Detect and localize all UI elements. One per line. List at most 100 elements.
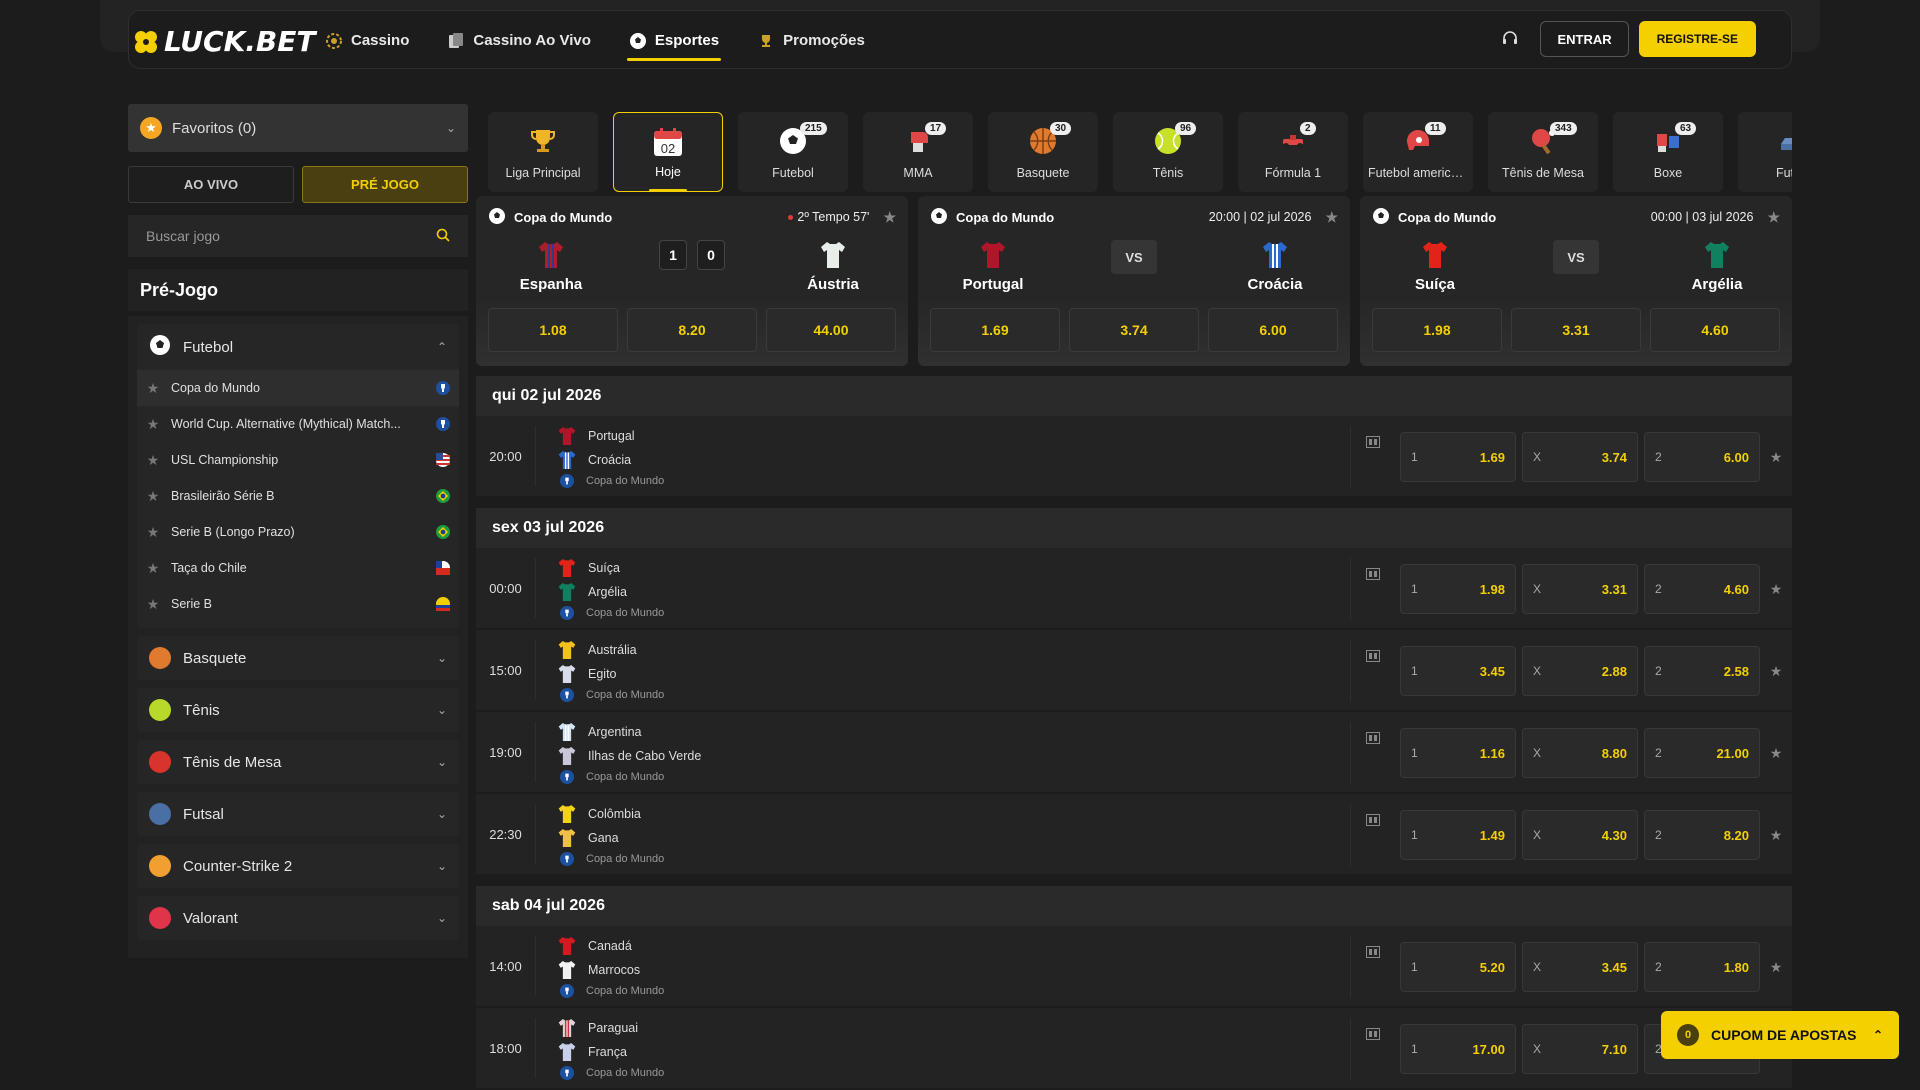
odd-button[interactable]: 1 5.20	[1400, 942, 1516, 992]
statistics-icon[interactable]	[1350, 558, 1394, 620]
match-row[interactable]: 22:30 Colômbia Gana Copa do Mundo 1 1.49 X 4.30…	[476, 794, 1792, 876]
headset-support-icon[interactable]	[1498, 27, 1522, 51]
login-button[interactable]: ENTRAR	[1540, 21, 1629, 57]
odd-button[interactable]: X 3.45	[1522, 942, 1638, 992]
star-icon[interactable]: ★	[1760, 745, 1792, 762]
match-row[interactable]: 20:00 Portugal Croácia Copa do Mundo 1 1.69 X 3…	[476, 416, 1792, 498]
sport-item[interactable]: Valorant ⌄	[137, 896, 459, 940]
register-button[interactable]: REGISTRE-SE	[1638, 21, 1756, 57]
nav-promocoes[interactable]: Promoções	[757, 11, 865, 70]
odd-button[interactable]: 1.69	[930, 308, 1060, 352]
odd-button[interactable]: X 7.10	[1522, 1024, 1638, 1074]
tab-pre-jogo[interactable]: PRÉ JOGO	[302, 166, 468, 203]
odd-button[interactable]: 1 1.98	[1400, 564, 1516, 614]
odd-button[interactable]: X 2.88	[1522, 646, 1638, 696]
odd-button[interactable]: 1.08	[488, 308, 618, 352]
category-tennis-ball[interactable]: 96 Tênis	[1113, 112, 1223, 192]
odd-button[interactable]: 3.31	[1511, 308, 1641, 352]
match-row[interactable]: 19:00 Argentina Ilhas de Cabo Verde Copa do…	[476, 712, 1792, 794]
statistics-icon[interactable]	[1350, 936, 1394, 998]
star-icon[interactable]: ★	[1325, 209, 1338, 226]
league-item[interactable]: ★ Copa do Mundo	[137, 370, 459, 406]
star-icon[interactable]: ★	[145, 524, 161, 541]
odd-button[interactable]: 1 1.69	[1400, 432, 1516, 482]
league-item[interactable]: ★ USL Championship	[137, 442, 459, 478]
star-icon[interactable]: ★	[1767, 209, 1780, 226]
sport-item[interactable]: Tênis de Mesa ⌄	[137, 740, 459, 784]
odd-button[interactable]: 1.98	[1372, 308, 1502, 352]
category-boxing-glove[interactable]: 17 MMA	[863, 112, 973, 192]
statistics-icon[interactable]	[1350, 804, 1394, 866]
odd-button[interactable]: X 3.74	[1522, 432, 1638, 482]
star-icon[interactable]: ★	[145, 452, 161, 469]
featured-match-card[interactable]: Copa do Mundo 20:00 | 02 jul 2026 ★ Portuga…	[918, 196, 1350, 366]
odd-button[interactable]: 3.74	[1069, 308, 1199, 352]
category-basketball[interactable]: 30 Basquete	[988, 112, 1098, 192]
match-row[interactable]: 00:00 Suíça Argélia Copa do Mundo 1 1.98 X 3.31…	[476, 548, 1792, 630]
statistics-icon[interactable]	[1350, 722, 1394, 784]
odd-button[interactable]: 1 1.49	[1400, 810, 1516, 860]
category-trophy[interactable]: Liga Principal	[488, 112, 598, 192]
odd-button[interactable]: 44.00	[766, 308, 896, 352]
league-item[interactable]: ★ Serie B	[137, 586, 459, 622]
odd-button[interactable]: 2 6.00	[1644, 432, 1760, 482]
star-icon[interactable]: ★	[145, 560, 161, 577]
odd-button[interactable]: 1 17.00	[1400, 1024, 1516, 1074]
odd-button[interactable]: 2 2.58	[1644, 646, 1760, 696]
nav-esportes[interactable]: Esportes	[626, 11, 722, 70]
featured-match-card[interactable]: Copa do Mundo 00:00 | 03 jul 2026 ★ Suíça VS…	[1360, 196, 1792, 366]
star-icon[interactable]: ★	[883, 209, 896, 226]
match-row[interactable]: 18:00 Paraguai França Copa do Mundo 1 17.00 X 7…	[476, 1008, 1792, 1090]
statistics-icon[interactable]	[1350, 426, 1394, 488]
star-icon[interactable]: ★	[145, 416, 161, 433]
odd-button[interactable]: 1 1.16	[1400, 728, 1516, 778]
statistics-icon[interactable]	[1350, 1018, 1394, 1080]
category-calendar[interactable]: 02 Hoje	[613, 112, 723, 192]
odd-button[interactable]: 2 8.20	[1644, 810, 1760, 860]
bet-coupon-button[interactable]: 0 CUPOM DE APOSTAS ⌃	[1661, 1011, 1899, 1059]
odd-button[interactable]: 1 3.45	[1400, 646, 1516, 696]
star-icon[interactable]: ★	[1760, 663, 1792, 680]
sport-item[interactable]: Futsal ⌄	[137, 792, 459, 836]
category-american-football-helmet[interactable]: 11 Futebol americano	[1363, 112, 1473, 192]
odd-button[interactable]: X 8.80	[1522, 728, 1638, 778]
category-futsal-shoe[interactable]: Futsal	[1738, 112, 1792, 192]
match-row[interactable]: 14:00 Canadá Marrocos Copa do Mundo 1 5.20 X 3.…	[476, 926, 1792, 1008]
search-game-input[interactable]: Buscar jogo	[128, 215, 468, 257]
odd-button[interactable]: 8.20	[627, 308, 757, 352]
odd-button[interactable]: 2 21.00	[1644, 728, 1760, 778]
sport-item[interactable]: Counter-Strike 2 ⌄	[137, 844, 459, 888]
league-item[interactable]: ★ Taça do Chile	[137, 550, 459, 586]
category-boxing-gloves[interactable]: 63 Boxe	[1613, 112, 1723, 192]
odd-button[interactable]: X 4.30	[1522, 810, 1638, 860]
statistics-icon[interactable]	[1350, 640, 1394, 702]
category-soccer-ball[interactable]: 215 Futebol	[738, 112, 848, 192]
star-icon[interactable]: ★	[1760, 581, 1792, 598]
league-item[interactable]: ★ World Cup. Alternative (Mythical) Match…	[137, 406, 459, 442]
nav-cassino[interactable]: Cassino	[325, 11, 409, 70]
match-row[interactable]: 15:00 Austrália Egito Copa do Mundo 1 3.45 X 2.…	[476, 630, 1792, 712]
luckbet-logo[interactable]: LUCK.BET	[131, 25, 316, 58]
sport-item[interactable]: Basquete ⌄	[137, 636, 459, 680]
star-icon[interactable]: ★	[145, 596, 161, 613]
featured-match-card[interactable]: Copa do Mundo 2º Tempo 57' ★ Espanha 1 0 Áustr…	[476, 196, 908, 366]
league-item[interactable]: ★ Serie B (Longo Prazo)	[137, 514, 459, 550]
star-icon[interactable]: ★	[145, 488, 161, 505]
odd-button[interactable]: 6.00	[1208, 308, 1338, 352]
category-f1-car[interactable]: 2 Fórmula 1	[1238, 112, 1348, 192]
star-icon[interactable]: ★	[1760, 959, 1792, 976]
nav-cassino-ao-vivo[interactable]: Cassino Ao Vivo	[447, 11, 591, 70]
star-icon[interactable]: ★	[1760, 449, 1792, 466]
search-icon[interactable]	[436, 228, 450, 245]
category-ping-pong[interactable]: 343 Tênis de Mesa	[1488, 112, 1598, 192]
odd-button[interactable]: 2 4.60	[1644, 564, 1760, 614]
star-icon[interactable]: ★	[145, 380, 161, 397]
star-icon[interactable]: ★	[1760, 827, 1792, 844]
tab-ao-vivo[interactable]: AO VIVO	[128, 166, 294, 203]
league-item[interactable]: ★ Brasileirão Série B	[137, 478, 459, 514]
odd-button[interactable]: 4.60	[1650, 308, 1780, 352]
favorites-dropdown[interactable]: ★ Favoritos (0) ⌄	[128, 104, 468, 152]
sport-futebol-header[interactable]: Futebol ⌃	[137, 324, 459, 370]
odd-button[interactable]: X 3.31	[1522, 564, 1638, 614]
sport-item[interactable]: Tênis ⌄	[137, 688, 459, 732]
